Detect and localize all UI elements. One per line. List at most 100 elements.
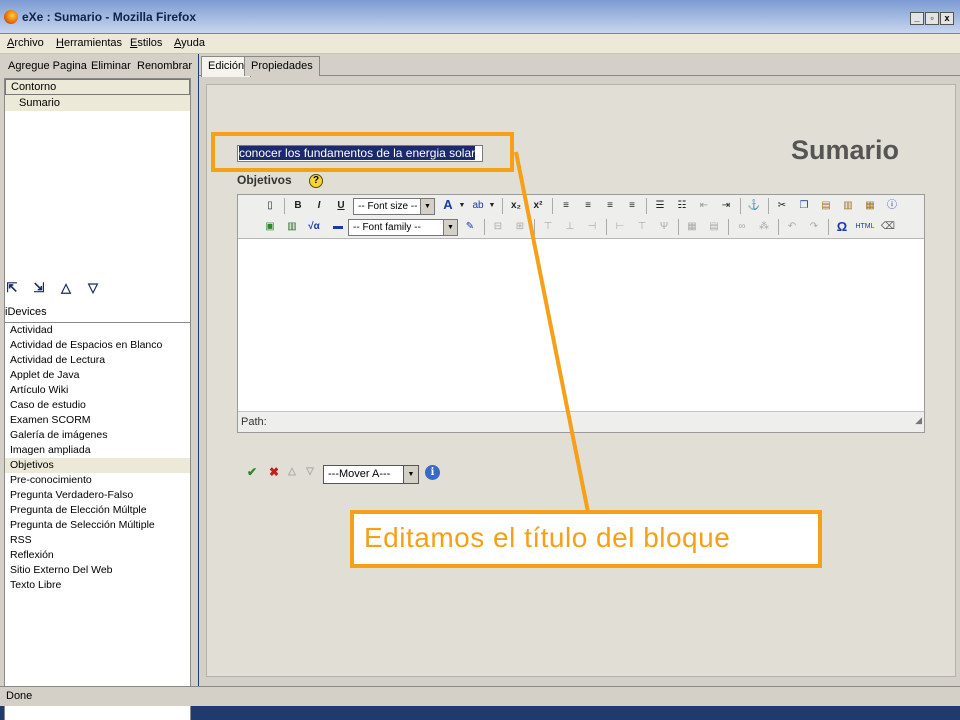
font-family-select[interactable]: -- Font family -- ▼ — [348, 219, 458, 236]
superscript-icon[interactable]: x² — [530, 198, 546, 214]
indent-icon[interactable]: ⇥ — [718, 198, 734, 214]
idevice-list-item[interactable]: Pre-conocimiento — [5, 473, 190, 488]
row-before-icon: ⊤ — [543, 221, 553, 232]
subscript-icon[interactable]: x₂ — [508, 198, 524, 214]
outline-toolbar: Agregue Pagina Eliminar Renombrar — [0, 54, 198, 76]
math-formula-icon[interactable]: √α — [306, 219, 322, 235]
insert-media-icon[interactable]: ▥ — [284, 219, 300, 235]
idevice-list-item[interactable]: Imagen ampliada — [5, 443, 190, 458]
align-center-icon[interactable]: ≡ — [580, 198, 596, 214]
idevice-list-item[interactable]: Pregunta de Elección Múltple — [5, 503, 190, 518]
table-props-icon: ⊞ — [515, 221, 525, 232]
window-controls: _ ▫ x — [910, 12, 954, 25]
menu-herramientas[interactable]: Herramientas — [56, 37, 122, 49]
align-left-icon[interactable]: ≡ — [558, 198, 574, 214]
anchor-icon[interactable]: ⚓ — [746, 198, 762, 214]
idevices-label: iDevices — [5, 306, 47, 318]
underline-icon[interactable]: U — [333, 198, 349, 214]
editor-body[interactable] — [238, 239, 924, 411]
move-up-icon[interactable]: △ — [58, 280, 74, 296]
paste-text-icon[interactable]: ▥ — [840, 198, 856, 214]
font-size-select[interactable]: -- Font size -- ▼ — [353, 198, 435, 215]
idevices-list: Actividad Actividad de Espacios en Blanco… — [4, 322, 191, 720]
tab-bar: Edición Propiedades — [199, 54, 960, 77]
redo-icon: ↷ — [809, 221, 819, 232]
promote-arrow-icon[interactable]: ⇱ — [4, 280, 20, 296]
edit-css-icon[interactable]: ✎ — [462, 219, 478, 235]
idevice-list-item[interactable]: Pregunta de Selección Múltiple — [5, 518, 190, 533]
done-check-icon[interactable]: ✔ — [245, 465, 259, 479]
html-source-icon[interactable]: HTML — [854, 219, 876, 235]
table-icon: ⊟ — [493, 221, 503, 232]
split-cells-icon: ▤ — [709, 221, 719, 232]
idevice-list-item[interactable]: Actividad de Espacios en Blanco — [5, 338, 190, 353]
window-title: eXe : Sumario - Mozilla Firefox — [22, 10, 197, 24]
text-color-dropdown-icon[interactable]: ▼ — [454, 198, 470, 214]
left-pane: Agregue Pagina Eliminar Renombrar Contor… — [0, 54, 198, 720]
idevice-list-item[interactable]: Actividad — [5, 323, 190, 338]
editor-status-bar: Path: ◢ — [238, 411, 924, 432]
close-button[interactable]: x — [940, 12, 954, 25]
move-down-idevice-icon: ▽ — [306, 466, 314, 477]
move-up-idevice-icon: △ — [288, 466, 296, 477]
idevice-list-item[interactable]: Texto Libre — [5, 578, 190, 593]
italic-icon[interactable]: I — [311, 198, 327, 214]
align-right-icon[interactable]: ≡ — [602, 198, 618, 214]
idevice-list-item[interactable]: Actividad de Lectura — [5, 353, 190, 368]
add-page-button[interactable]: Agregue Pagina — [8, 60, 87, 72]
idevice-list-item[interactable]: Objetivos — [5, 458, 190, 473]
idevice-list-item[interactable]: Examen SCORM — [5, 413, 190, 428]
bold-icon[interactable]: B — [290, 198, 306, 214]
editor-help-icon[interactable]: ⓘ — [884, 198, 900, 214]
delete-x-icon[interactable]: ✖ — [267, 465, 281, 479]
move-down-icon[interactable]: ▽ — [85, 280, 101, 296]
tab-propiedades[interactable]: Propiedades — [244, 56, 320, 76]
paste-word-icon[interactable]: ▦ — [862, 198, 878, 214]
col-before-icon: ⊢ — [615, 221, 625, 232]
page-heading: Sumario — [790, 135, 899, 165]
idevice-list-item[interactable]: Caso de estudio — [5, 398, 190, 413]
move-to-select[interactable]: ---Mover A--- ▼ — [323, 465, 419, 484]
idevice-list-item[interactable]: RSS — [5, 533, 190, 548]
idevice-list-item[interactable]: Pregunta Verdadero-Falso — [5, 488, 190, 503]
cut-icon[interactable]: ✂ — [774, 198, 790, 214]
delete-page-button[interactable]: Eliminar — [91, 60, 131, 72]
browser-status-bar: Done — [0, 686, 960, 706]
menu-ayuda[interactable]: Ayuda — [174, 37, 205, 49]
help-icon[interactable]: ? — [309, 174, 323, 188]
insert-image-icon[interactable]: ▣ — [262, 219, 278, 235]
editor-toolbar: ▯ B I U -- Font size -- ▼ A ▼ ab ▼ x₂ x² … — [238, 195, 924, 239]
title-highlight-box — [211, 132, 514, 172]
idevice-list-item[interactable]: Reflexión — [5, 548, 190, 563]
idevice-list-item[interactable]: Applet de Java — [5, 368, 190, 383]
idevice-list-item[interactable]: Galería de imágenes — [5, 428, 190, 443]
highlight-dropdown-icon[interactable]: ▼ — [484, 198, 500, 214]
maximize-button[interactable]: ▫ — [925, 12, 939, 25]
outdent-icon[interactable]: ⇤ — [696, 198, 712, 214]
bullet-list-icon[interactable]: ☰ — [652, 198, 668, 214]
idevice-list-item[interactable]: Artículo Wiki — [5, 383, 190, 398]
new-document-icon[interactable]: ▯ — [262, 198, 278, 214]
edit-content-area: Sumario conocer los fundamentos de la en… — [206, 84, 956, 677]
horizontal-rule-icon[interactable]: ▬ — [330, 219, 346, 235]
menu-bar: Archivo Herramientas Estilos Ayuda — [0, 34, 960, 54]
outline-item-sumario[interactable]: Sumario — [5, 95, 190, 111]
window-titlebar: eXe : Sumario - Mozilla Firefox _ ▫ x — [0, 0, 960, 34]
rename-page-button[interactable]: Renombrar — [137, 60, 192, 72]
numbered-list-icon[interactable]: ☷ — [674, 198, 690, 214]
clear-format-icon[interactable]: ⌫ — [880, 219, 896, 235]
idevice-list-item[interactable]: Sitio Externo Del Web — [5, 563, 190, 578]
justify-icon[interactable]: ≡ — [624, 198, 640, 214]
menu-archivo[interactable]: Archivo — [7, 37, 44, 49]
demote-arrow-icon[interactable]: ⇲ — [31, 280, 47, 296]
delete-col-icon: Ψ — [659, 221, 669, 232]
paste-icon[interactable]: ▤ — [818, 198, 834, 214]
minimize-button[interactable]: _ — [910, 12, 924, 25]
resize-grip-icon[interactable]: ◢ — [915, 410, 922, 430]
special-char-icon[interactable]: Ω — [834, 219, 850, 235]
menu-estilos[interactable]: Estilos — [130, 37, 162, 49]
info-icon[interactable]: i — [425, 465, 440, 480]
copy-icon[interactable]: ❐ — [796, 198, 812, 214]
annotation-callout: Editamos el título del bloque — [350, 510, 822, 568]
delete-row-icon: ⊣ — [587, 221, 597, 232]
